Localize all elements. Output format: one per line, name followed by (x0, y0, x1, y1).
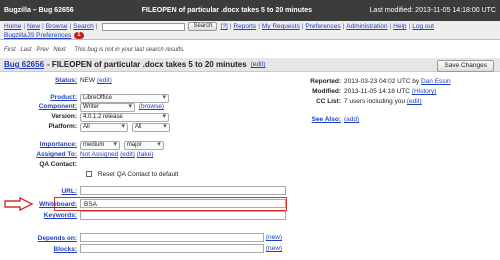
cc-list-group: 7 users including you (edit) (344, 98, 422, 105)
url-label: URL: (0, 188, 77, 195)
home-link[interactable]: Home (4, 23, 21, 30)
next-label: Next (53, 47, 66, 53)
modified-group: 2013-11-05 14:18 UTC (History) (344, 88, 436, 95)
product-label-link[interactable]: Product: (50, 94, 77, 101)
importance-label-link[interactable]: Importance: (40, 141, 77, 148)
priority-select[interactable]: medium (80, 141, 120, 150)
see-also-add-link[interactable]: (add) (344, 116, 359, 123)
blocks-label-link[interactable]: Blocks: (54, 246, 77, 253)
version-select[interactable]: 4.0.1.2 release (80, 113, 169, 122)
component-label: Component: (0, 103, 77, 110)
cc-list-label: CC List: (316, 98, 341, 105)
see-also-label: See Also: (283, 116, 341, 123)
prev-label: Prev (36, 47, 49, 53)
last-label: Last (20, 47, 32, 53)
whiteboard-label-link[interactable]: Whiteboard: (39, 201, 77, 208)
depends-new-link[interactable]: (new) (266, 234, 282, 241)
qa-reset-label: Reset QA Contact to default (97, 171, 179, 178)
bug-summary-bar: Bug 62656 - FILEOPEN of particular .docx… (0, 58, 500, 72)
qa-reset-checkbox[interactable] (86, 171, 92, 178)
assigned-to-label: Assigned To: (0, 151, 77, 158)
bugzillajs-preferences-link[interactable]: BugzillaJS Preferences (4, 32, 71, 39)
save-changes-button[interactable]: Save Changes (437, 60, 494, 72)
platform-os-select[interactable]: All (131, 123, 170, 132)
cc-list-value: 7 users including you (344, 98, 406, 105)
product-select[interactable]: LibreOffice (80, 94, 169, 103)
preferences-link[interactable]: Preferences (306, 23, 341, 30)
help-link[interactable]: Help (393, 23, 406, 30)
reported-value: 2013-03-23 04:02 UTC by (344, 78, 420, 85)
see-also-label-link[interactable]: See Also: (312, 116, 341, 123)
notification-badge[interactable]: 1 (74, 32, 84, 39)
reports-link[interactable]: Reports (233, 23, 256, 30)
modified-label: Modified: (312, 88, 341, 95)
page-title: FILEOPEN of particular .docx takes 5 to … (141, 7, 313, 14)
new-link[interactable]: New (27, 23, 40, 30)
severity-select[interactable]: major (123, 141, 164, 150)
blocks-input[interactable] (80, 244, 264, 253)
assigned-to-label-link[interactable]: Assigned To: (36, 151, 77, 158)
bug-id-link[interactable]: Bug 62656 (4, 60, 44, 69)
qa-contact-label: QA Contact: (39, 161, 77, 168)
whiteboard-input[interactable]: BSA (80, 199, 286, 208)
status-label-link[interactable]: Status: (55, 77, 77, 84)
status-value-group: NEW (edit) (80, 77, 112, 84)
reporter-link[interactable]: Dan Essin (421, 78, 451, 85)
summary-edit-link[interactable]: (edit) (251, 61, 266, 68)
platform-hardware-select[interactable]: All (80, 123, 128, 132)
search-navigation: First Last Prev Next This bug is not in … (4, 47, 188, 53)
reported-group: 2013-03-23 04:02 UTC by Dan Essin (344, 78, 451, 85)
blocks-new-link[interactable]: (new) (266, 245, 282, 252)
first-label: First (4, 47, 16, 53)
search-button[interactable]: Search (188, 22, 218, 31)
qa-reset-group: Reset QA Contact to default (86, 171, 178, 178)
component-label-link[interactable]: Component: (39, 103, 77, 110)
assignee-link[interactable]: Not Assigned (80, 151, 118, 158)
history-link[interactable]: (History) (412, 88, 437, 95)
depends-on-input[interactable] (80, 233, 264, 242)
bug-summary: - FILEOPEN of particular .docx takes 5 t… (47, 60, 247, 69)
search-link[interactable]: Search (73, 23, 94, 30)
url-label-link[interactable]: URL: (61, 188, 77, 195)
blocks-label: Blocks: (0, 246, 77, 253)
my-requests-link[interactable]: My Requests (262, 23, 300, 30)
modified-value: 2013-11-05 14:18 UTC (344, 88, 411, 95)
assignee-take-link[interactable]: (take) (137, 151, 154, 158)
search-results-note: This bug is not in your last search resu… (74, 47, 185, 53)
status-edit-link[interactable]: (edit) (97, 77, 112, 84)
url-input[interactable] (80, 186, 286, 195)
platform-label: Platform: (48, 123, 77, 130)
last-modified: Last modified: 2013-11-05 14:18:00 UTC (369, 7, 496, 14)
whiteboard-label: Whiteboard: (0, 201, 77, 208)
browse-link[interactable]: Browse (46, 23, 68, 30)
version-label: Version: (51, 113, 77, 120)
depends-on-label: Depends on: (0, 235, 77, 242)
keywords-label-link[interactable]: Keywords: (44, 212, 77, 219)
app-title: Bugzilla – Bug 62656 (4, 7, 74, 14)
depends-on-label-link[interactable]: Depends on: (38, 235, 77, 242)
nav-links-box: Home | New | Browse | Search | Search [?… (0, 21, 500, 40)
window-header: Bugzilla – Bug 62656 FILEOPEN of particu… (0, 0, 500, 21)
importance-label: Importance: (0, 141, 77, 148)
component-browse-link[interactable]: (browse) (139, 103, 164, 110)
status-label: Status: (0, 77, 77, 84)
search-help-link[interactable]: [?] (220, 23, 227, 30)
search-input[interactable] (102, 22, 186, 31)
keywords-label: Keywords: (0, 212, 77, 219)
product-label: Product: (0, 94, 77, 101)
cc-edit-link[interactable]: (edit) (407, 98, 422, 105)
logout-link[interactable]: Log out (412, 23, 434, 30)
status-value: NEW (80, 77, 96, 84)
keywords-input[interactable] (80, 211, 286, 220)
assignee-edit-link[interactable]: (edit) (120, 151, 135, 158)
reported-label: Reported: (310, 78, 341, 85)
component-select[interactable]: Writer (80, 103, 135, 112)
administration-link[interactable]: Administration (346, 23, 387, 30)
